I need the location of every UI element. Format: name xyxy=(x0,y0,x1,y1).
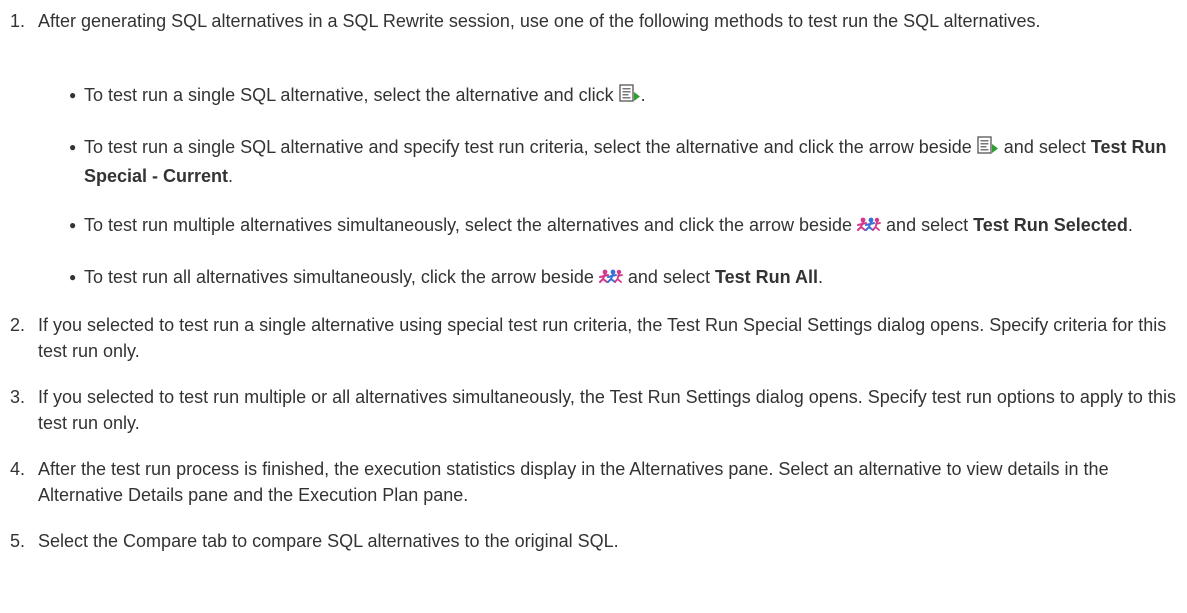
step-text: After generating SQL alternatives in a S… xyxy=(38,11,1041,31)
bullet-text: To test run a single SQL alternative and… xyxy=(84,136,1167,186)
bullet-text: To test run multiple alternatives simult… xyxy=(84,212,1183,241)
step-number: 1. xyxy=(10,11,26,31)
step-text: If you selected to test run a single alt… xyxy=(38,315,1167,361)
bullet-text: To test run all alternatives simultaneou… xyxy=(84,264,1183,293)
bullet-dot: ● xyxy=(69,218,77,232)
test-run-multiple-icon xyxy=(598,267,623,293)
menu-item-test-run-all: Test Run All xyxy=(714,267,818,287)
step-text: If you selected to test run multiple or … xyxy=(38,387,1176,433)
step-text: Select the Compare tab to compare SQL al… xyxy=(38,531,619,551)
step-number: 2. xyxy=(10,315,26,335)
test-run-multiple-icon xyxy=(857,215,881,241)
bullet-dot: ● xyxy=(69,140,77,154)
bullet-dot: ● xyxy=(69,270,77,284)
step-number: 4. xyxy=(10,459,26,479)
bullet-text: To test run a single SQL alternative, se… xyxy=(84,82,1183,111)
test-run-current-icon xyxy=(977,136,999,163)
menu-item-test-run-selected: Test Run Selected xyxy=(973,215,1128,235)
step-number: 3. xyxy=(10,387,26,407)
bullet-dot: ● xyxy=(69,88,77,102)
test-run-current-icon xyxy=(618,84,641,111)
step-text: After the test run process is finished, … xyxy=(38,459,1109,505)
step-number: 5. xyxy=(10,531,26,551)
